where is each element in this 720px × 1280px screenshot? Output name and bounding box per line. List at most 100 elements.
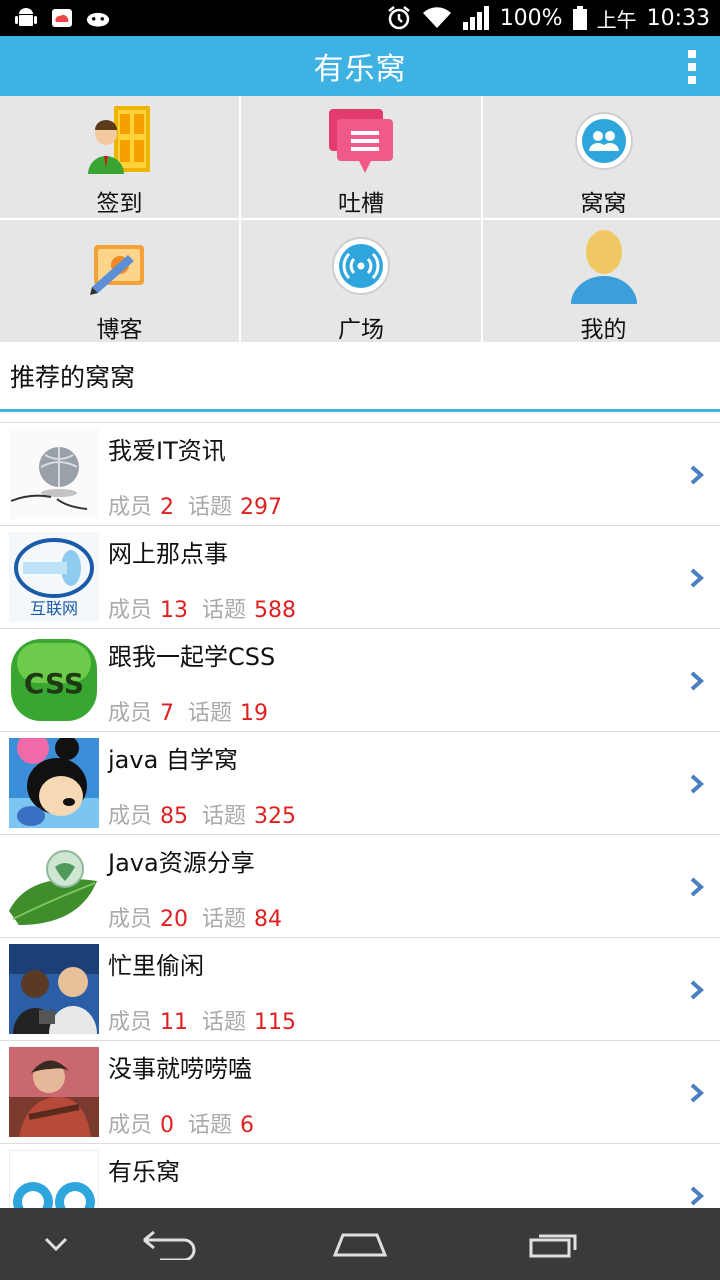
clock-time: 10:33	[646, 5, 710, 31]
user-icon	[566, 228, 642, 304]
grid-item-square[interactable]: 广场	[241, 220, 481, 344]
group-info: 没事就唠唠嗑 成员 0 话题 6	[108, 1047, 268, 1139]
recent-apps-button[interactable]	[526, 1226, 582, 1262]
group-meta: 成员 2 话题 297	[108, 489, 296, 521]
overflow-dot	[688, 63, 696, 71]
list-item[interactable]: java 自学窝 成员 85 话题 325	[0, 732, 720, 835]
grid-item-signin[interactable]: 签到	[0, 96, 239, 218]
chevron-right-icon	[690, 1186, 705, 1206]
member-count: 20	[160, 907, 189, 932]
section-header: 推荐的窝窝	[0, 342, 720, 412]
group-info: Java资源分享 成员 20 话题 84	[108, 841, 296, 932]
list-item[interactable]: 互联网 网上那点事 成员 13 话题 588	[0, 526, 720, 629]
members-label: 成员	[108, 701, 153, 726]
list-item[interactable]: Java资源分享 成员 20 话题 84	[0, 835, 720, 938]
group-name: java 自学窝	[108, 746, 238, 774]
feature-grid: 签到 吐槽 窝窝 博客 广场 我的	[0, 96, 720, 344]
android-icon	[15, 8, 37, 26]
group-thumbnail	[9, 1047, 99, 1137]
battery-percent: 100%	[499, 5, 563, 31]
topics-label: 话题	[188, 701, 233, 726]
group-meta: 成员 11 话题 115	[108, 1004, 310, 1036]
chevron-right-icon	[690, 1083, 705, 1103]
group-name: 跟我一起学CSS	[108, 643, 276, 671]
chevron-right-icon	[690, 465, 705, 485]
list-item[interactable]: 我爱IT资讯 成员 2 话题 297	[0, 423, 720, 526]
members-label: 成员	[108, 1010, 153, 1035]
topic-count: 84	[254, 907, 283, 932]
home-button[interactable]	[330, 1226, 390, 1262]
group-info: 网上那点事 成员 13 话题 588	[108, 532, 310, 624]
group-thumbnail	[9, 738, 99, 828]
topic-count: 115	[254, 1010, 297, 1035]
chevron-right-icon	[690, 877, 705, 897]
member-count: 85	[160, 804, 189, 829]
chevron-right-icon	[690, 568, 705, 588]
topics-label: 话题	[188, 1113, 233, 1138]
group-name: 网上那点事	[108, 540, 228, 568]
group-name: Java资源分享	[108, 849, 255, 877]
notification-icons	[14, 7, 110, 29]
group-meta: 成员 0 话题 6	[108, 1107, 268, 1139]
group-info: 我爱IT资讯 成员 2 话题 297	[108, 429, 296, 521]
grid-label: 吐槽	[338, 191, 384, 217]
members-label: 成员	[108, 495, 153, 520]
list-item[interactable]: 没事就唠唠嗑 成员 0 话题 6	[0, 1041, 720, 1144]
members-label: 成员	[108, 598, 153, 623]
topic-count: 325	[254, 804, 297, 829]
member-count: 13	[160, 598, 189, 623]
overflow-dot	[688, 76, 696, 84]
thumb-caption: CSS	[24, 667, 84, 700]
member-count: 2	[160, 495, 175, 520]
group-info: 有乐窝	[108, 1150, 180, 1208]
topics-label: 话题	[202, 1010, 247, 1035]
group-thumbnail: CSS	[9, 635, 99, 725]
grid-item-groups[interactable]: 窝窝	[483, 96, 720, 218]
grid-label: 窝窝	[580, 191, 627, 217]
recent-apps-icon	[529, 1234, 577, 1258]
members-label: 成员	[108, 804, 153, 829]
member-count: 0	[160, 1113, 175, 1138]
back-button[interactable]	[140, 1226, 196, 1262]
section-title: 推荐的窝窝	[10, 362, 136, 392]
list-item[interactable]: 有乐窝	[0, 1144, 720, 1208]
members-label: 成员	[108, 907, 153, 932]
list-item[interactable]: 忙里偷闲 成员 11 话题 115	[0, 938, 720, 1041]
topics-label: 话题	[188, 495, 233, 520]
android-game-icon	[86, 12, 110, 27]
group-name: 有乐窝	[108, 1158, 180, 1186]
group-name: 忙里偷闲	[108, 952, 204, 980]
chevron-right-icon	[690, 980, 705, 1000]
notebook-pen-icon	[82, 228, 158, 304]
grid-item-mine[interactable]: 我的	[483, 220, 720, 344]
group-info: 跟我一起学CSS 成员 7 话题 19	[108, 635, 282, 727]
group-info: java 自学窝 成员 85 话题 325	[108, 738, 310, 829]
group-info: 忙里偷闲 成员 11 话题 115	[108, 944, 310, 1036]
alarm-icon	[387, 6, 410, 30]
group-meta: 成员 13 话题 588	[108, 592, 310, 624]
broadcast-icon	[323, 228, 399, 304]
group-thumbnail	[9, 841, 99, 931]
system-nav-bar	[0, 1208, 720, 1280]
group-meta: 成员 7 话题 19	[108, 695, 282, 727]
group-icon	[566, 104, 642, 178]
clock-ampm: 上午	[596, 7, 637, 32]
grid-label: 我的	[580, 317, 627, 343]
door-person-icon	[82, 104, 158, 178]
grid-item-complain[interactable]: 吐槽	[241, 96, 481, 218]
member-count: 11	[160, 1010, 189, 1035]
group-thumbnail: 互联网	[9, 532, 99, 622]
grid-item-blog[interactable]: 博客	[0, 220, 239, 344]
battery-icon	[572, 6, 587, 30]
grid-label: 签到	[96, 191, 143, 217]
overflow-dot	[688, 50, 696, 58]
wifi-icon	[422, 7, 451, 29]
overflow-menu-button[interactable]	[686, 50, 698, 84]
list-item[interactable]: CSS 跟我一起学CSS 成员 7 话题 19	[0, 629, 720, 732]
group-thumbnail	[9, 1150, 99, 1208]
hide-keyboard-button[interactable]	[40, 1226, 72, 1262]
speech-bubble-icon	[323, 104, 399, 178]
grid-label: 广场	[338, 317, 384, 343]
topics-label: 话题	[202, 907, 247, 932]
grid-label: 博客	[96, 317, 143, 343]
